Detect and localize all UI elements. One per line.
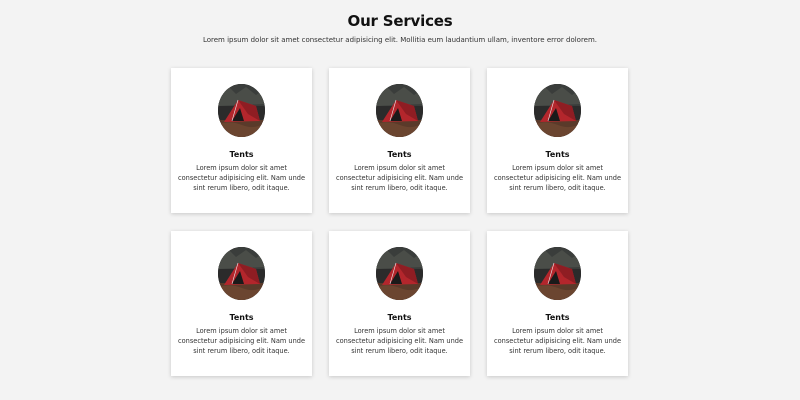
page-title: Our Services — [347, 12, 453, 30]
tent-photo-icon — [218, 84, 265, 137]
service-title: Tents — [229, 150, 254, 159]
service-card: Tents Lorem ipsum dolor sit amet consect… — [171, 68, 312, 213]
services-grid: Tents Lorem ipsum dolor sit amet consect… — [171, 68, 629, 376]
service-description: Lorem ipsum dolor sit amet consectetur a… — [177, 164, 306, 193]
services-page: Our Services Lorem ipsum dolor sit amet … — [0, 0, 800, 400]
service-card: Tents Lorem ipsum dolor sit amet consect… — [329, 68, 470, 213]
service-description: Lorem ipsum dolor sit amet consectetur a… — [493, 164, 622, 193]
service-title: Tents — [387, 150, 412, 159]
service-title: Tents — [229, 313, 254, 322]
service-description: Lorem ipsum dolor sit amet consectetur a… — [177, 327, 306, 356]
tent-photo-icon — [534, 84, 581, 137]
tent-photo-icon — [376, 84, 423, 137]
service-description: Lorem ipsum dolor sit amet consectetur a… — [335, 327, 464, 356]
service-title: Tents — [545, 150, 570, 159]
service-card: Tents Lorem ipsum dolor sit amet consect… — [487, 231, 628, 376]
service-card: Tents Lorem ipsum dolor sit amet consect… — [329, 231, 470, 376]
page-subtitle: Lorem ipsum dolor sit amet consectetur a… — [202, 36, 598, 44]
service-description: Lorem ipsum dolor sit amet consectetur a… — [493, 327, 622, 356]
tent-photo-icon — [218, 247, 265, 300]
service-card: Tents Lorem ipsum dolor sit amet consect… — [171, 231, 312, 376]
service-title: Tents — [545, 313, 570, 322]
service-title: Tents — [387, 313, 412, 322]
service-description: Lorem ipsum dolor sit amet consectetur a… — [335, 164, 464, 193]
service-card: Tents Lorem ipsum dolor sit amet consect… — [487, 68, 628, 213]
tent-photo-icon — [534, 247, 581, 300]
tent-photo-icon — [376, 247, 423, 300]
